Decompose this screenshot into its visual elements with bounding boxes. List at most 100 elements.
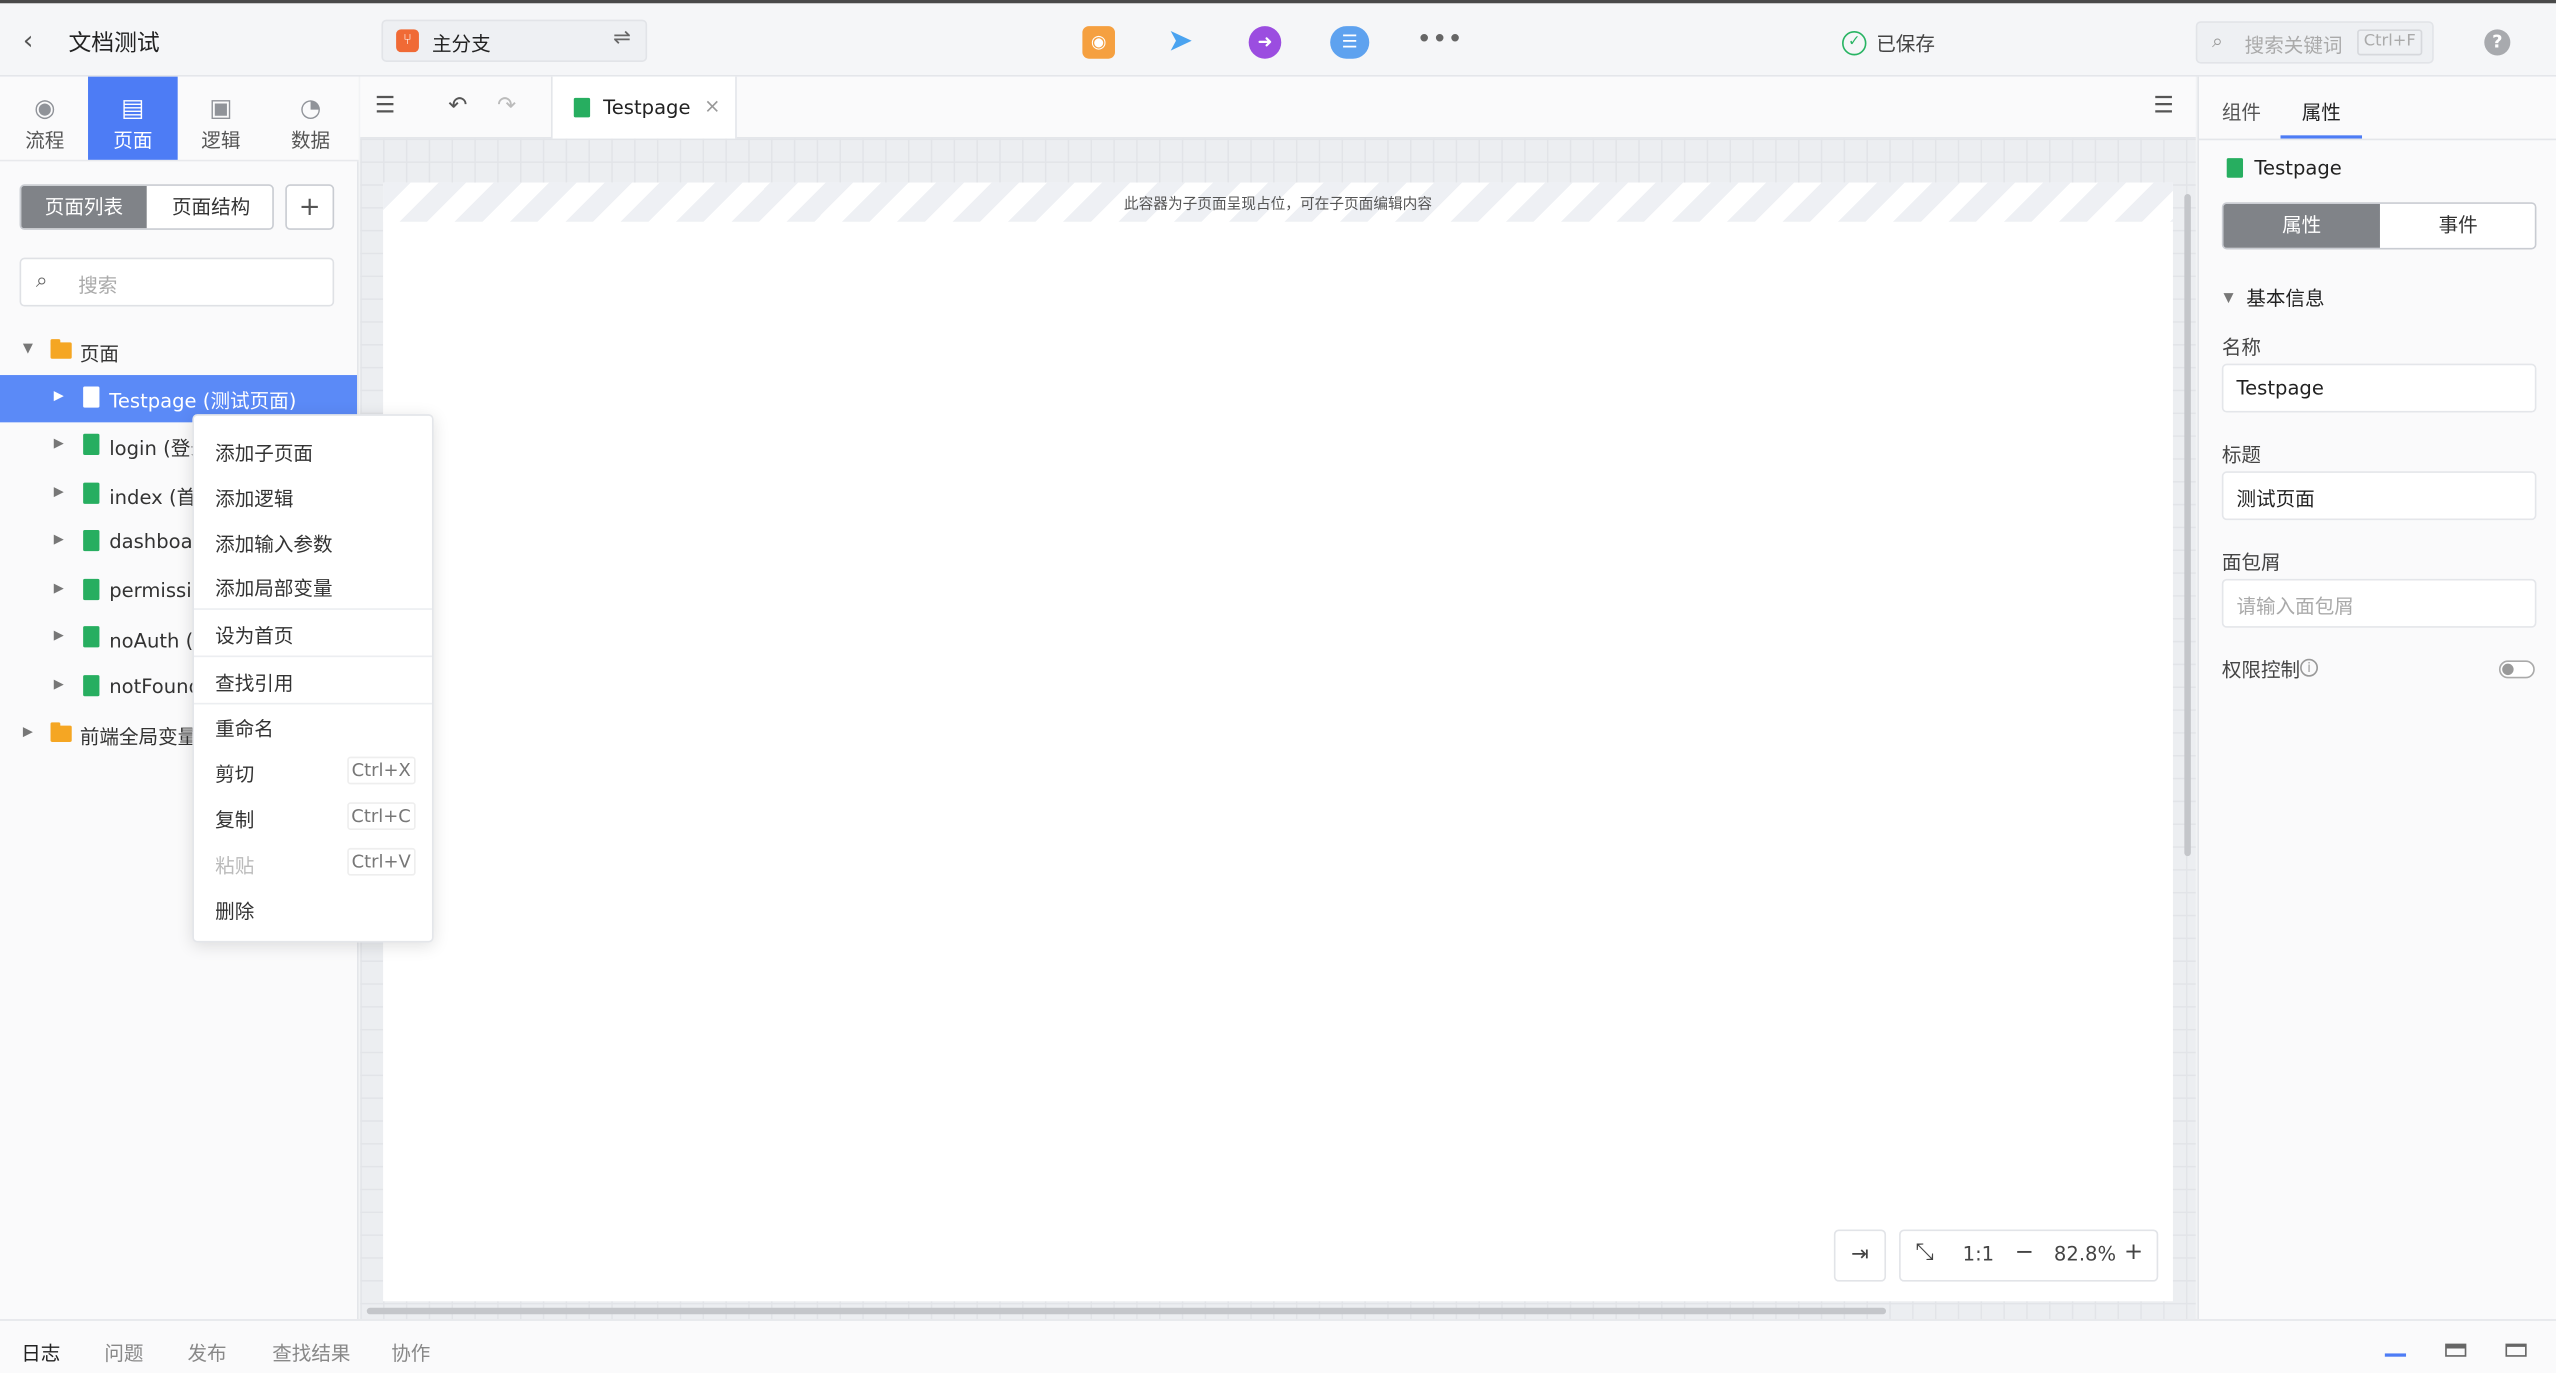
selected-page-name: Testpage <box>2254 156 2342 180</box>
page-file-icon <box>2226 158 2244 178</box>
breadcrumb-field[interactable]: 请输入面包屑 <box>2221 578 2537 628</box>
page-file-icon <box>83 433 100 455</box>
menu-label: 查找引用 <box>215 671 294 695</box>
publish-plane-icon[interactable]: ➤ <box>1164 25 1197 59</box>
close-icon[interactable]: × <box>704 95 720 118</box>
design-canvas[interactable]: 此容器为子页面呈现占位，可在子页面编辑内容 ⇥ ⤡ 1:1 − 82.8% + <box>360 138 2196 1320</box>
menu-item-find-references[interactable]: 查找引用 <box>194 657 432 703</box>
menu-label: 复制 <box>215 808 255 832</box>
name-field[interactable]: Testpage <box>2221 363 2537 413</box>
caret-right-icon[interactable]: ▶ <box>54 532 64 547</box>
caret-right-icon[interactable]: ▶ <box>54 677 64 692</box>
tab-testpage[interactable]: Testpage × <box>550 76 737 139</box>
folder-icon <box>50 722 72 742</box>
menu-item-set-homepage[interactable]: 设为首页 <box>194 610 432 656</box>
caret-down-icon[interactable]: ▼ <box>2223 290 2233 305</box>
nav-label: 数据 <box>290 128 331 152</box>
name-value: Testpage <box>2236 376 2324 400</box>
caret-right-icon[interactable]: ▶ <box>54 388 64 403</box>
menu-item-add-logic[interactable]: 添加逻辑 <box>194 473 432 519</box>
name-label: 名称 <box>2221 335 2261 359</box>
title-field[interactable]: 测试页面 <box>2221 471 2537 521</box>
menu-label: 重命名 <box>215 717 274 741</box>
list-structure-toggle: 页面列表 页面结构 <box>19 184 274 230</box>
page-frame[interactable]: 此容器为子页面呈现占位，可在子页面编辑内容 <box>383 182 2173 1302</box>
tree-folder-pages[interactable]: ▼ 页面 <box>0 328 357 375</box>
section-basic-info[interactable]: 基本信息 <box>2246 284 2324 312</box>
zoom-out-button[interactable]: − <box>2015 1239 2034 1265</box>
add-page-button[interactable]: + <box>285 184 335 230</box>
vertical-scrollbar[interactable] <box>2184 194 2191 857</box>
collapse-to-edge-button[interactable]: ⇥ <box>1833 1229 1887 1282</box>
info-icon[interactable]: i <box>2300 658 2319 677</box>
tree-label: Testpage (测试页面) <box>109 389 297 413</box>
menu-item-add-subpage[interactable]: 添加子页面 <box>194 427 432 473</box>
tree-label: notFound <box>109 675 201 698</box>
branch-icon: ⑂ <box>396 29 419 53</box>
tab-log[interactable]: 日志 <box>21 1339 60 1367</box>
branch-selector[interactable]: ⑂ 主分支 ⇌ <box>381 19 648 62</box>
tab-collaboration[interactable]: 协作 <box>391 1339 430 1367</box>
caret-down-icon[interactable]: ▼ <box>23 341 33 356</box>
nav-item-logic[interactable]: ▣ 逻辑 <box>176 77 266 160</box>
breadcrumb-label: 面包屑 <box>2221 551 2281 574</box>
menu-item-delete[interactable]: 删除 <box>194 885 432 931</box>
back-chevron-icon[interactable]: ‹ <box>23 24 33 55</box>
caret-right-icon[interactable]: ▶ <box>54 628 64 643</box>
zoom-reset-button[interactable]: 1:1 <box>1963 1243 1994 1266</box>
layout-half-icon[interactable] <box>2445 1343 2467 1357</box>
nav-label: 逻辑 <box>201 128 241 152</box>
nav-item-page[interactable]: ▤ 页面 <box>88 76 178 160</box>
horizontal-scrollbar[interactable] <box>366 1307 1887 1315</box>
nav-item-data[interactable]: ◔ 数据 <box>266 77 356 160</box>
page-file-icon <box>83 529 100 552</box>
layout-bottom-icon[interactable] <box>2384 1344 2407 1357</box>
process-icon: ◉ <box>34 92 56 123</box>
properties-panel: 组件 属性 Testpage 属性 事件 ▼ 基本信息 名称 Testpage … <box>2197 76 2556 1320</box>
tab-components[interactable]: 组件 <box>2222 98 2261 126</box>
folder-icon <box>50 339 72 359</box>
segment-events[interactable]: 事件 <box>2380 204 2535 248</box>
more-icon[interactable]: ••• <box>1417 25 1463 59</box>
collapse-left-icon[interactable]: ☰ <box>375 93 395 119</box>
nav-item-process[interactable]: ◉ 流程 <box>0 77 90 160</box>
swap-icon[interactable]: ⇌ <box>613 26 631 50</box>
title-value: 测试页面 <box>2236 487 2315 511</box>
menu-item-cut[interactable]: 剪切 Ctrl+X <box>194 748 432 794</box>
menu-item-copy[interactable]: 复制 Ctrl+C <box>194 794 432 840</box>
fit-icon[interactable]: ⤡ <box>1915 1239 1933 1265</box>
caret-right-icon[interactable]: ▶ <box>23 724 33 739</box>
collapse-right-icon[interactable]: ☰ <box>2153 93 2173 119</box>
tab-find-results[interactable]: 查找结果 <box>272 1339 350 1367</box>
help-icon[interactable]: ? <box>2484 29 2511 56</box>
menu-item-add-input-param[interactable]: 添加输入参数 <box>194 519 432 565</box>
page-search-input[interactable]: ⌕ 搜索 <box>19 257 335 307</box>
segment-properties[interactable]: 属性 <box>2223 203 2380 248</box>
menu-label: 添加子页面 <box>215 441 314 465</box>
tab-properties[interactable]: 属性 <box>2302 98 2341 126</box>
menu-item-rename[interactable]: 重命名 <box>194 703 432 749</box>
segment-page-list[interactable]: 页面列表 <box>21 185 147 229</box>
context-menu: 添加子页面 添加逻辑 添加输入参数 添加局部变量 设为首页 查找引用 重命名 剪… <box>192 414 434 943</box>
permission-toggle[interactable] <box>2498 660 2535 679</box>
layout-full-icon[interactable] <box>2505 1343 2527 1357</box>
global-search-input[interactable]: ⌕ 搜索关键词 Ctrl+F <box>2195 21 2434 64</box>
menu-label: 粘贴 <box>215 854 255 878</box>
saved-status: 已保存 <box>1876 32 1935 56</box>
caret-right-icon[interactable]: ▶ <box>54 581 64 596</box>
export-icon[interactable]: ➜ <box>1248 26 1282 59</box>
menu-item-add-local-var[interactable]: 添加局部变量 <box>194 563 432 609</box>
chip-icon: ▣ <box>209 92 233 123</box>
segment-page-structure[interactable]: 页面结构 <box>148 186 272 228</box>
undo-icon[interactable]: ↶ <box>448 93 467 119</box>
placeholder-text: 此容器为子页面呈现占位，可在子页面编辑内容 <box>1123 197 1433 214</box>
cloud-icon[interactable]: ☰ <box>1330 26 1370 59</box>
preview-icon[interactable]: ◉ <box>1082 26 1115 59</box>
caret-right-icon[interactable]: ▶ <box>54 435 64 450</box>
tab-publish[interactable]: 发布 <box>187 1339 226 1367</box>
redo-icon[interactable]: ↷ <box>497 93 516 119</box>
caret-right-icon[interactable]: ▶ <box>54 484 64 499</box>
tab-issues[interactable]: 问题 <box>104 1339 143 1367</box>
zoom-in-button[interactable]: + <box>2124 1239 2143 1265</box>
menu-shortcut: Ctrl+C <box>346 802 416 830</box>
